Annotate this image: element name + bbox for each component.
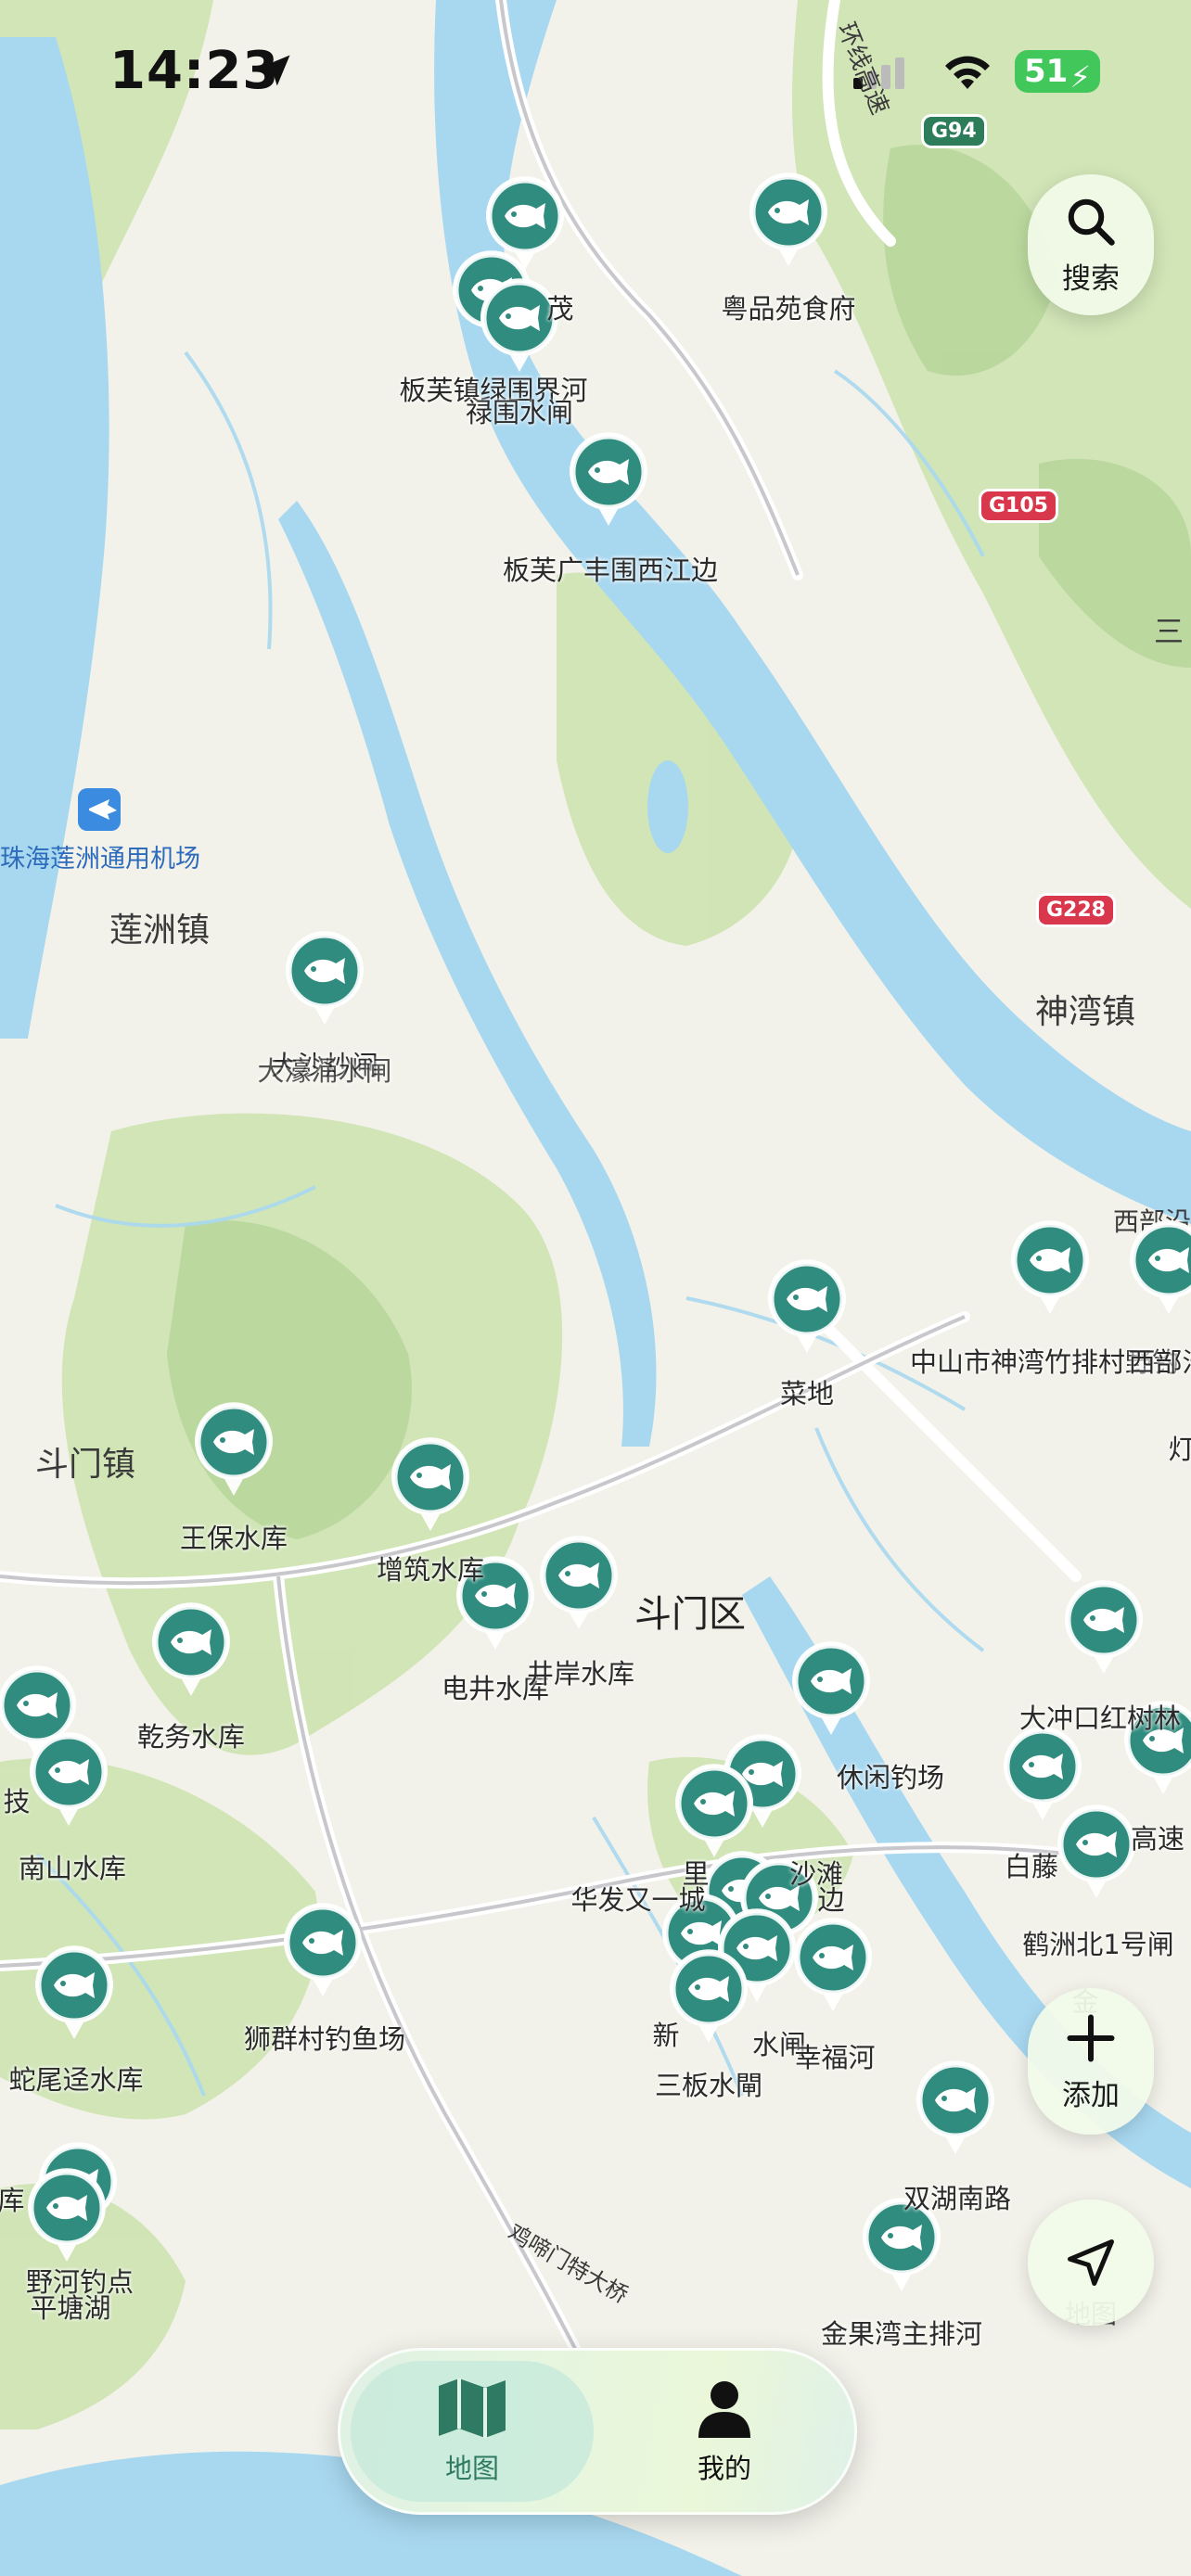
fishing-spot-marker[interactable] [386,1433,475,1535]
fishing-spot-marker[interactable] [1119,1696,1191,1798]
fishing-spot-marker[interactable] [1059,1575,1148,1677]
fish-icon [29,1732,108,1826]
search-icon [1068,198,1115,246]
fish-icon [286,931,364,1025]
fish-icon [794,1918,872,2011]
fishing-spot-marker[interactable] [451,1551,540,1653]
fishing-spot-marker[interactable] [911,2056,1000,2158]
fishing-spot-marker[interactable] [744,168,833,270]
fish-icon [916,2060,994,2154]
fishing-spot-marker[interactable] [564,427,653,529]
fish-icon [480,278,558,372]
fishing-spot-marker[interactable] [857,2193,946,2295]
tab-mine[interactable]: 我的 [603,2361,846,2502]
fish-icon [194,1402,273,1496]
fish-icon [151,1602,230,1696]
fishing-spot-marker[interactable] [762,1255,852,1357]
add-spot-button[interactable]: 添加 [1028,1988,1154,2135]
fish-icon [570,432,647,526]
fish-icon [792,1641,870,1735]
add-button-label: 添加 [1062,2078,1120,2112]
fish-icon [540,1536,618,1629]
fishing-spot-marker[interactable] [22,2163,111,2265]
fishing-spot-marker[interactable] [788,1913,877,2015]
fish-icon [1057,1804,1135,1898]
fish-icon [456,1556,534,1650]
fish-icon [1011,1220,1089,1314]
fishing-spot-marker[interactable] [278,1898,367,2000]
fishing-spot-marker[interactable] [475,274,564,376]
tab-map[interactable]: 地图 [351,2361,594,2502]
tab-map-label: 地图 [444,2453,499,2484]
fishing-spot-marker[interactable] [1005,1216,1095,1318]
fish-icon [27,2168,106,2262]
fishing-spot-marker[interactable] [787,1637,876,1739]
tab-bar: 地图 我的 [338,2348,857,2515]
map-icon [439,2378,506,2438]
person-icon [698,2381,750,2438]
fishing-spot-marker[interactable] [534,1531,623,1633]
fish-icon [284,1903,362,1996]
search-button[interactable]: 搜索 [1028,174,1154,315]
location-arrow-icon [1068,2239,1114,2286]
fish-icon [768,1259,846,1353]
fish-icon [391,1437,469,1531]
fishing-spot-marker[interactable] [147,1598,236,1700]
fish-icon [34,1945,113,2039]
fish-icon [863,2198,941,2291]
tab-mine-label: 我的 [697,2453,751,2484]
fish-icon [1124,1701,1191,1794]
fishing-spot-marker[interactable] [189,1397,278,1499]
fish-icon [1130,1220,1191,1314]
search-button-label: 搜索 [1062,261,1120,296]
fishing-spot-marker[interactable] [664,1945,753,2047]
fishing-spot-marker[interactable] [1052,1800,1141,1902]
fish-icon [670,1949,748,2043]
fish-icon [1065,1580,1143,1674]
fish-icon [749,172,827,266]
plus-icon [1067,2014,1115,2061]
fishing-spot-marker[interactable] [280,926,369,1028]
fishing-spot-marker[interactable] [24,1728,113,1830]
fishing-spot-marker[interactable] [1124,1216,1191,1318]
current-location-button[interactable] [1028,2200,1154,2326]
fishing-spot-marker[interactable] [30,1941,119,2043]
